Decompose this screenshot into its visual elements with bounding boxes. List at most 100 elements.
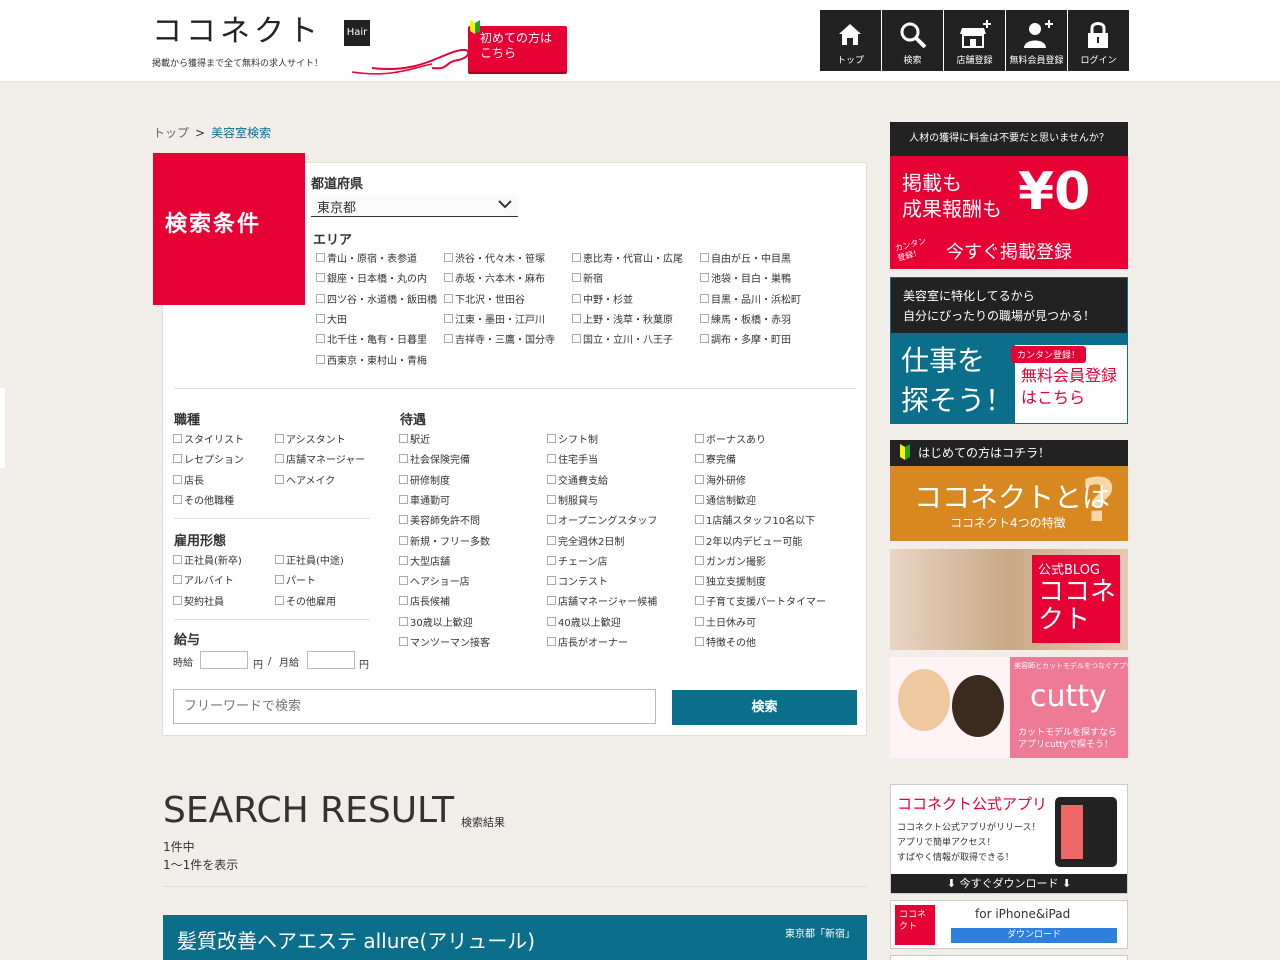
job-checkbox[interactable]: ヘアメイク [275,475,335,488]
benefit-checkbox[interactable]: 特徴その他 [695,637,756,650]
benefit-checkbox[interactable]: オープニングスタッフ [547,515,657,528]
area-checkbox[interactable]: 中野・杉並 [572,294,633,307]
breadcrumb-home[interactable]: トップ [153,126,189,140]
about-banner[interactable]: はじめての方はコチラ！ ? ココネクトとは ココネクト4つの特徴 [890,440,1128,541]
prefecture-select[interactable]: 東京都 [311,195,518,217]
download-button[interactable]: ダウンロード [951,928,1117,943]
site-logo[interactable]: ココネクト Hair 掲載から獲得まで全て無料の求人サイト！ [152,12,470,75]
nav-store-register-button[interactable]: 店舗登録 [944,10,1005,71]
next-banner[interactable] [890,955,1128,960]
nav-login-button[interactable]: ログイン [1068,10,1129,71]
job-checkbox[interactable]: その他職種 [173,495,234,508]
banner-line: カットモデルを探すなら アプリcuttyで探そう！ [1018,727,1117,751]
job-checkbox[interactable]: スタイリスト [173,434,244,447]
benefit-checkbox[interactable]: シフト制 [547,434,598,447]
benefit-checkbox[interactable]: 1店舗スタッフ10名以下 [695,515,815,528]
area-checkbox[interactable]: 渋谷・代々木・笹塚 [444,253,545,266]
banner-line: カットモデルを探すなら [1018,728,1118,738]
nav-member-register-button[interactable]: 無料会員登録 [1006,10,1067,71]
first-time-button[interactable]: 初めての方は こちら [468,20,567,72]
benefit-checkbox[interactable]: 独立支援制度 [695,576,766,589]
salary-monthly-input[interactable] [307,651,355,669]
nav-top-button[interactable]: トップ [820,10,881,71]
benefit-checkbox[interactable]: 2年以内デビュー可能 [695,536,802,549]
result-item[interactable]: 髪質改善ヘアエステ allure(アリュール) 東京都「新宿」 [163,915,867,960]
benefit-checkbox[interactable]: 店舗マネージャー候補 [547,596,657,609]
benefit-checkbox[interactable]: チェーン店 [547,556,608,569]
job-checkbox[interactable]: レセプション [173,454,244,467]
benefit-checkbox[interactable]: 車通勤可 [399,495,450,508]
benefit-checkbox[interactable]: 寮完備 [695,454,736,467]
area-checkbox[interactable]: 練馬・板橋・赤羽 [700,314,791,327]
benefit-checkbox[interactable]: 住宅手当 [547,454,598,467]
benefit-checkbox[interactable]: 美容師免許不問 [399,515,480,528]
employment-checkbox[interactable]: 正社員(新卒) [173,555,242,568]
area-checkbox[interactable]: 江東・墨田・江戸川 [444,314,545,327]
area-checkbox[interactable]: 自由が丘・中目黒 [700,253,791,266]
area-checkbox[interactable]: 青山・原宿・表参道 [316,253,417,266]
area-checkbox[interactable]: 調布・多摩・町田 [700,334,791,347]
banner-line: 無料会員登録 [1021,366,1118,385]
benefit-checkbox[interactable]: 駅近 [399,434,430,447]
area-checkbox[interactable]: 上野・浅草・秋葉原 [572,314,673,327]
area-checkbox[interactable]: 四ツ谷・水道橋・飯田橋 [316,294,437,307]
area-checkbox[interactable]: 恵比寿・代官山・広尾 [572,253,683,266]
shop-name[interactable]: 髪質改善ヘアエステ allure(アリュール) [177,925,535,954]
employment-checkbox[interactable]: アルバイト [173,575,234,588]
benefit-checkbox[interactable]: 30歳以上歓迎 [399,617,473,630]
member-register-banner[interactable]: 美容室に特化してるから 自分にぴったりの職場が見つかる！ 仕事を 探そう！ 無料会員… [890,277,1128,424]
area-checkbox[interactable]: 国立・立川・八王子 [572,334,673,347]
freeword-search-input[interactable] [173,689,656,724]
employment-checkbox[interactable]: その他雇用 [275,596,336,609]
benefit-checkbox[interactable]: 土日休み可 [695,617,756,630]
benefit-checkbox[interactable]: コンテスト [547,576,608,589]
salary-hourly-input[interactable] [200,651,248,669]
benefit-checkbox[interactable]: 交通費支給 [547,475,608,488]
benefit-checkbox[interactable]: 40歳以上歓迎 [547,617,621,630]
area-checkbox[interactable]: 池袋・目白・巣鴨 [700,273,791,286]
benefit-checkbox[interactable]: 子育て支援パートタイマー [695,596,826,609]
breadcrumb-current[interactable]: 美容室検索 [211,126,271,140]
benefit-checkbox[interactable]: 研修制度 [399,475,450,488]
job-checkbox[interactable]: 店舗マネージャー [275,454,365,467]
area-checkbox[interactable]: 新宿 [572,273,603,286]
benefit-checkbox[interactable]: マンツーマン接客 [399,637,490,650]
benefit-checkbox[interactable]: ボーナスあり [695,434,766,447]
shop-location: 東京都「新宿」 [785,929,855,940]
area-checkbox[interactable]: 銀座・日本橋・丸の内 [316,273,427,286]
iphone-app-banner[interactable]: ココネクト for iPhone&iPad ダウンロード [890,900,1128,949]
search-button[interactable]: 検索 [672,690,857,725]
benefit-checkbox[interactable]: 通信制歓迎 [695,495,756,508]
benefit-checkbox[interactable]: 店長候補 [399,596,450,609]
benefit-checkbox[interactable]: 大型店舗 [399,556,450,569]
header-nav: トップ 検索 店舗登録 無料会員登録 ログイン [820,10,1129,71]
benefit-checkbox[interactable]: ガンガン撮影 [695,556,766,569]
area-checkbox[interactable]: 下北沢・世田谷 [444,294,525,307]
benefit-checkbox[interactable]: 制服貸与 [547,495,598,508]
benefit-checkbox[interactable]: 店長がオーナー [547,637,628,650]
job-checkbox[interactable]: アシスタント [275,434,346,447]
blog-banner[interactable]: 公式BLOG ココネ クト [890,549,1128,650]
area-checkbox[interactable]: 北千住・亀有・日暮里 [316,334,427,347]
cutty-banner[interactable]: 美容師とカットモデルをつなぐアプリ cutty カットモデルを探すなら アプリcu… [890,657,1128,758]
free-listing-banner[interactable]: 人材の獲得に料金は不要だと思いませんか？ 掲載も 成果報酬も ¥0 カンタン 登録… [890,122,1128,269]
area-checkbox[interactable]: 赤坂・六本木・麻布 [444,273,545,286]
benefit-checkbox[interactable]: ヘアショー店 [399,576,470,589]
employment-checkbox[interactable]: パート [275,575,316,588]
benefit-checkbox[interactable]: 新規・フリー多数 [399,536,490,549]
job-checkbox[interactable]: 店長 [173,475,204,488]
employment-checkbox[interactable]: 契約社員 [173,596,224,609]
salary-unit: 円 [359,660,369,671]
area-checkbox[interactable]: 西東京・東村山・青梅 [316,355,427,368]
banner-line: 美容室に特化してるから [903,289,1035,303]
area-checkbox[interactable]: 目黒・品川・浜松町 [700,294,801,307]
benefit-checkbox[interactable]: 社会保険完備 [399,454,470,467]
employment-checkbox[interactable]: 正社員(中途) [275,555,344,568]
left-edge-tab [0,388,5,468]
benefit-checkbox[interactable]: 完全週休2日制 [547,536,624,549]
benefit-checkbox[interactable]: 海外研修 [695,475,746,488]
area-checkbox[interactable]: 吉祥寺・三鷹・国分寺 [444,334,555,347]
area-checkbox[interactable]: 大田 [316,314,347,327]
official-app-banner[interactable]: ココネクト公式アプリ ココネクト公式アプリがリリース！ アプリで簡単アクセス！ すば… [890,784,1128,894]
nav-search-button[interactable]: 検索 [882,10,943,71]
